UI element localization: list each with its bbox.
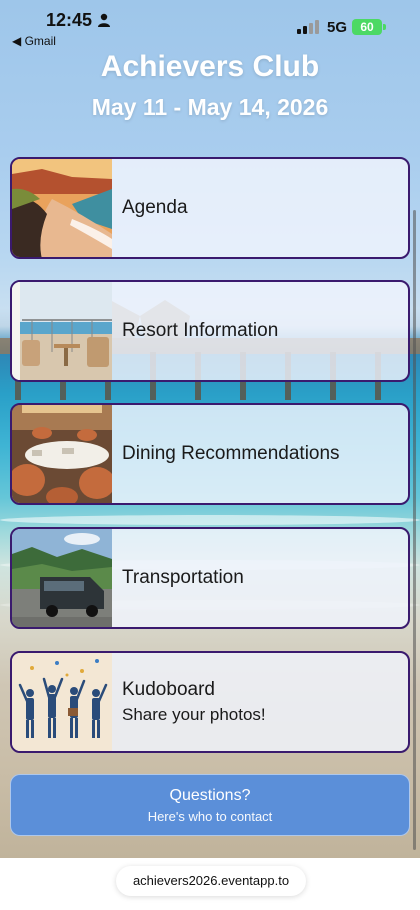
resort-information-card[interactable]: Resort Information — [10, 280, 410, 382]
card-text: Dining Recommendations — [122, 405, 398, 503]
card-label: Kudoboard — [122, 679, 215, 700]
page-title: Achievers Club — [100, 50, 320, 83]
person-icon — [98, 13, 110, 27]
kudoboard-card[interactable]: Kudoboard Share your photos! — [10, 651, 410, 753]
card-text: Kudoboard Share your photos! — [122, 653, 398, 751]
card-text: Resort Information — [122, 282, 398, 380]
event-dates: May 11 - May 14, 2026 — [91, 94, 329, 120]
shuttle-van-image — [12, 529, 112, 627]
card-text: Agenda — [122, 159, 398, 257]
battery-icon: 60 — [352, 19, 382, 35]
questions-subtitle: Here's who to contact — [147, 809, 273, 824]
card-label: Agenda — [122, 197, 188, 218]
transportation-card[interactable]: Transportation — [10, 527, 410, 629]
battery-level: 60 — [360, 20, 374, 34]
scrollbar[interactable] — [413, 210, 416, 850]
beach-cliff-image — [12, 159, 112, 257]
browser-bottom-bar: achievers2026.eventapp.to — [0, 858, 420, 910]
card-subtitle: Share your photos! — [122, 705, 266, 724]
dining-recommendations-card[interactable]: Dining Recommendations — [10, 403, 410, 505]
card-label: Resort Information — [122, 320, 279, 341]
back-to-app-link[interactable]: ◀ Gmail — [12, 34, 56, 48]
celebrating-people-image — [12, 653, 112, 751]
card-label: Dining Recommendations — [122, 443, 340, 464]
battery-tip — [383, 24, 386, 30]
surf-line — [0, 515, 420, 525]
status-bar: 12:45 ◀ Gmail 5G 60 — [0, 0, 420, 48]
questions-contact-button[interactable]: Questions? Here's who to contact — [10, 774, 410, 836]
url-address-bar[interactable]: achievers2026.eventapp.to — [116, 866, 306, 896]
questions-title: Questions? — [169, 787, 251, 804]
network-type: 5G — [327, 19, 348, 36]
card-label: Transportation — [122, 567, 244, 588]
agenda-card[interactable]: Agenda — [10, 157, 410, 259]
resort-balcony-image — [12, 282, 112, 380]
status-time: 12:45 — [46, 10, 93, 30]
cell-signal-icon — [297, 20, 319, 34]
restaurant-image — [12, 405, 112, 503]
card-text: Transportation — [122, 529, 398, 627]
